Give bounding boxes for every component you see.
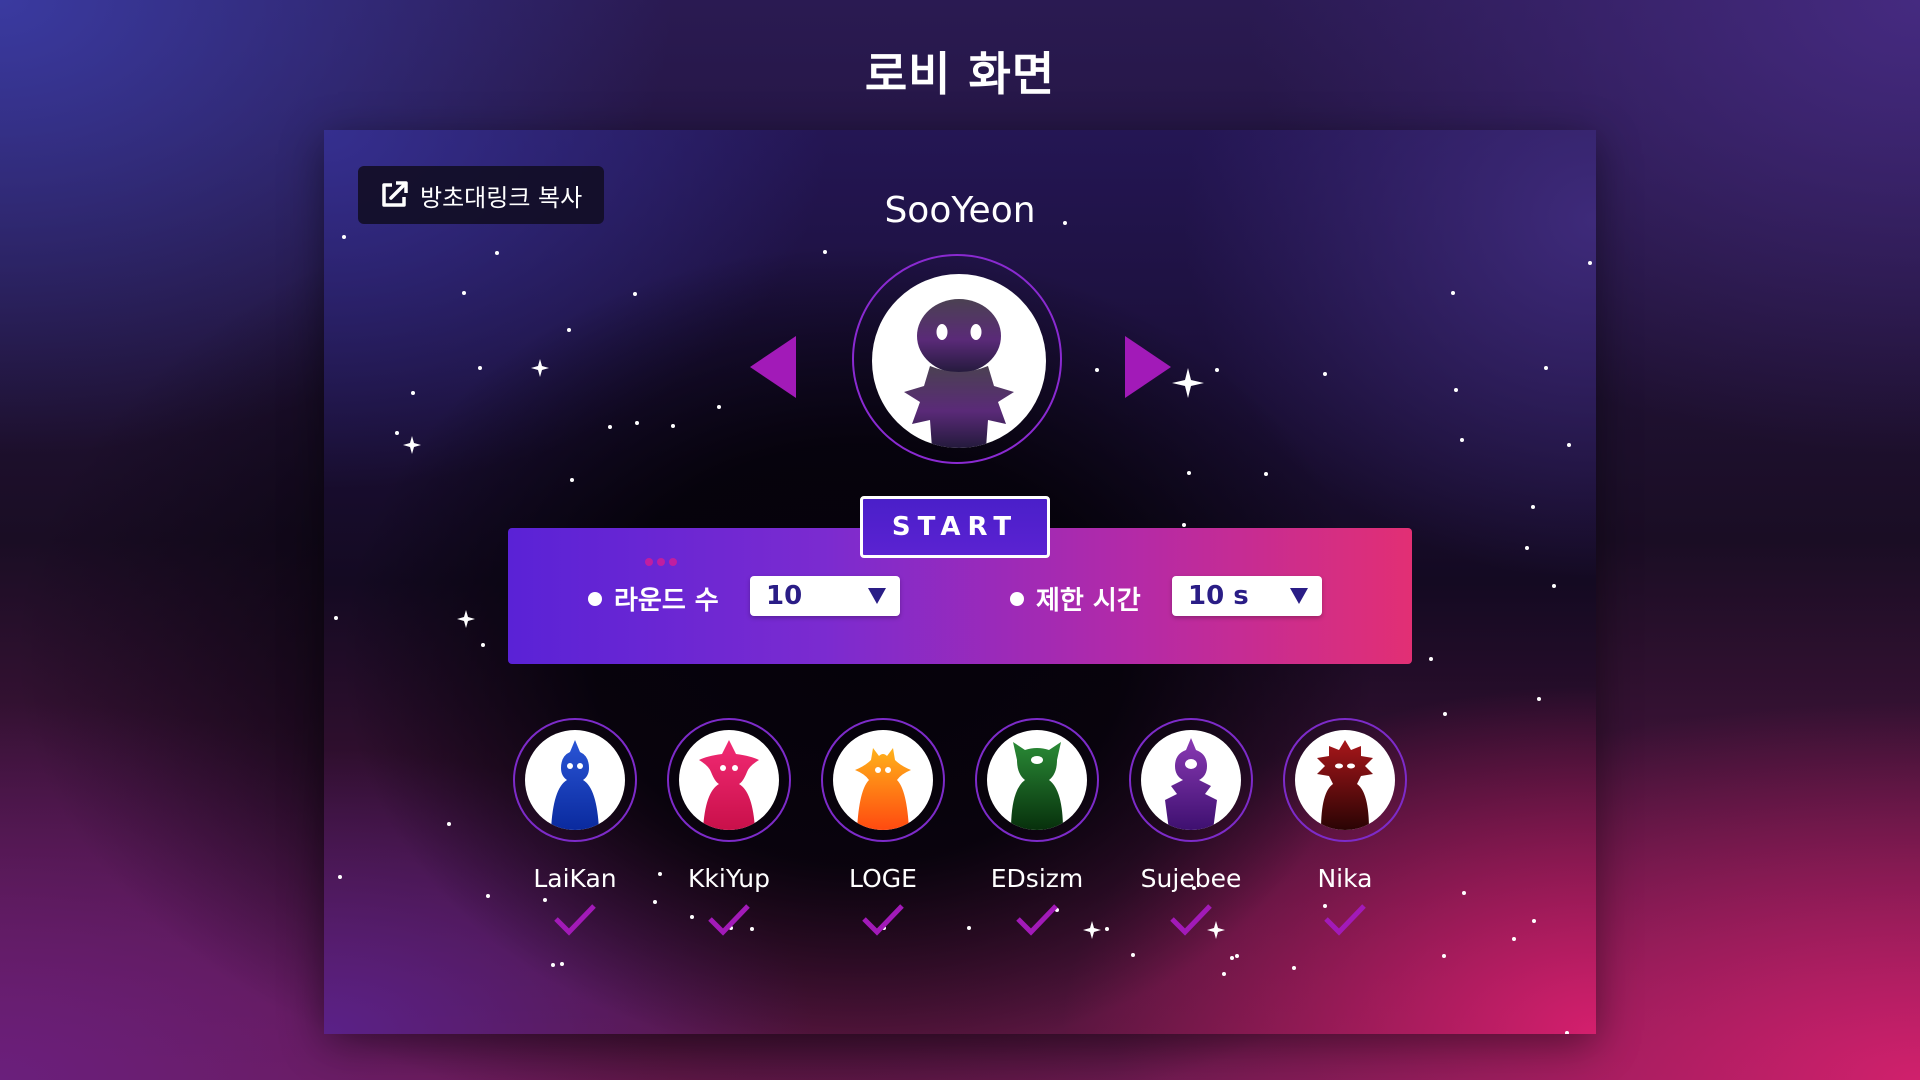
previous-character-button[interactable] bbox=[750, 336, 796, 398]
player-avatar bbox=[1129, 718, 1253, 842]
player-avatar bbox=[975, 718, 1099, 842]
player-slot[interactable]: KkiYup bbox=[664, 718, 794, 937]
player-avatar bbox=[667, 718, 791, 842]
time-limit-label-text: 제한 시간 bbox=[1036, 586, 1141, 616]
ready-check-icon bbox=[1170, 904, 1212, 936]
ready-check-icon bbox=[708, 904, 750, 936]
bullet-dot bbox=[588, 591, 602, 606]
rounds-select-value: 10 bbox=[766, 581, 803, 611]
player-character-icon bbox=[855, 748, 911, 830]
start-button[interactable]: START bbox=[860, 496, 1050, 558]
player-character-icon bbox=[551, 740, 599, 830]
ready-check-icon bbox=[862, 904, 904, 936]
player-slot[interactable]: LaiKan bbox=[510, 718, 640, 937]
host-character-icon bbox=[904, 299, 1014, 448]
player-slot[interactable]: Nika bbox=[1280, 718, 1410, 937]
player-character-icon bbox=[1317, 740, 1373, 830]
player-name: Sujebee bbox=[1140, 864, 1242, 893]
bullet-dot bbox=[1010, 591, 1024, 606]
time-limit-setting-label: 제한 시간 bbox=[1010, 580, 1141, 617]
rounds-label-text: 라운드 수 bbox=[614, 586, 719, 616]
host-name: SooYeon bbox=[884, 190, 1036, 231]
player-character-icon bbox=[699, 740, 759, 830]
player-character-icon bbox=[1165, 738, 1217, 830]
chevron-down-icon bbox=[868, 588, 886, 604]
player-name: EDsizm bbox=[990, 864, 1084, 893]
rounds-select[interactable]: 10 bbox=[750, 576, 900, 616]
player-avatar bbox=[821, 718, 945, 842]
player-avatar bbox=[1283, 718, 1407, 842]
player-avatar bbox=[513, 718, 637, 842]
time-limit-select[interactable]: 10 s bbox=[1172, 576, 1322, 616]
player-slot[interactable]: Sujebee bbox=[1126, 718, 1256, 937]
host-avatar bbox=[852, 254, 1062, 464]
ready-check-icon bbox=[554, 904, 596, 936]
player-name: LOGE bbox=[849, 864, 917, 893]
lobby-window: 방초대링크 복사 SooYeon START 라운드 수 10 제한 시간 10… bbox=[324, 130, 1596, 1034]
player-slot[interactable]: LOGE bbox=[818, 718, 948, 937]
time-limit-select-value: 10 s bbox=[1188, 581, 1249, 611]
chevron-down-icon bbox=[1290, 588, 1308, 604]
player-name: Nika bbox=[1317, 864, 1373, 893]
page-title: 로비 화면 bbox=[864, 47, 1056, 101]
decorative-dots bbox=[645, 558, 677, 566]
ready-check-icon bbox=[1324, 904, 1366, 936]
ready-check-icon bbox=[1016, 904, 1058, 936]
player-name: LaiKan bbox=[533, 864, 617, 893]
player-character-icon bbox=[1011, 742, 1063, 830]
rounds-setting-label: 라운드 수 bbox=[588, 580, 719, 617]
player-name: KkiYup bbox=[688, 864, 770, 893]
player-slot[interactable]: EDsizm bbox=[972, 718, 1102, 937]
next-character-button[interactable] bbox=[1125, 336, 1171, 398]
